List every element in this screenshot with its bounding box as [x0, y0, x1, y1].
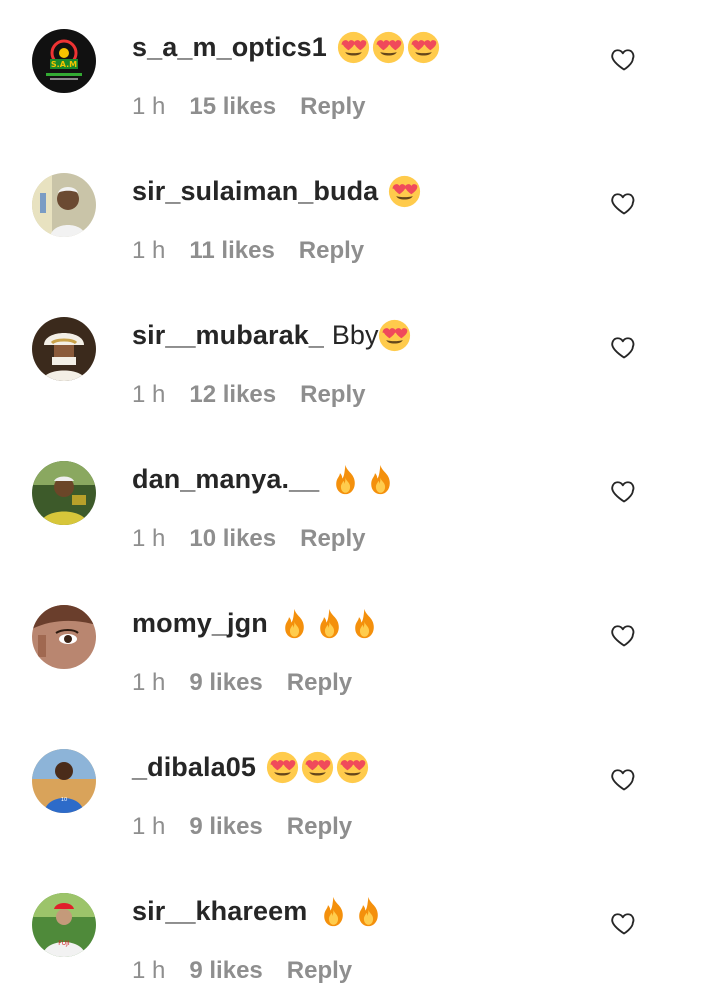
- comment-item: FUJI sir__khareem 1 h 9 likes Reply: [0, 864, 720, 1008]
- like-heart-icon[interactable]: [610, 621, 638, 649]
- comment-item: momy_jgn 1 h 9 likes Reply: [0, 576, 720, 720]
- comment-item: S.A.M s_a_m_optics1 1 h 15 likes Reply: [0, 0, 720, 144]
- comment-time: 1 h: [132, 93, 166, 120]
- comment-time: 1 h: [132, 669, 166, 696]
- comment-emojis: [317, 895, 387, 928]
- avatar[interactable]: FUJI: [32, 893, 96, 957]
- comment-likes[interactable]: 9 likes: [189, 957, 262, 985]
- comment-username[interactable]: dan_manya.__: [132, 464, 319, 495]
- comment-time: 1 h: [132, 381, 166, 408]
- comment-line: sir__khareem: [132, 892, 387, 930]
- comment-item: sir_sulaiman_buda 1 h 11 likes Reply: [0, 144, 720, 288]
- heart-eyes-emoji-icon: [388, 175, 421, 208]
- avatar[interactable]: 10: [32, 749, 96, 813]
- comment-likes[interactable]: 10 likes: [189, 525, 276, 553]
- comment-line: sir__mubarak_ Bby: [132, 316, 413, 354]
- fire-emoji-icon: [278, 607, 311, 640]
- comment-username[interactable]: sir_sulaiman_buda: [132, 176, 378, 207]
- comment-time: 1 h: [132, 957, 166, 984]
- fire-emoji-icon: [317, 895, 350, 928]
- reply-button[interactable]: Reply: [300, 525, 365, 553]
- svg-text:10: 10: [61, 797, 67, 803]
- comment-username[interactable]: s_a_m_optics1: [132, 32, 327, 63]
- reply-button[interactable]: Reply: [299, 237, 364, 265]
- heart-eyes-emoji-icon: [372, 31, 405, 64]
- fire-emoji-icon: [352, 895, 385, 928]
- comment-username[interactable]: _dibala05: [132, 752, 256, 783]
- fire-emoji-icon: [364, 463, 397, 496]
- fire-emoji-icon: [348, 607, 381, 640]
- fire-emoji-icon: [329, 463, 362, 496]
- comment-emojis: [329, 463, 399, 496]
- comment-emojis: [378, 319, 413, 352]
- avatar[interactable]: S.A.M: [32, 29, 96, 93]
- comment-emojis: [278, 607, 383, 640]
- comment-time: 1 h: [132, 525, 166, 552]
- comment-likes[interactable]: 9 likes: [189, 813, 262, 841]
- avatar[interactable]: [32, 173, 96, 237]
- svg-text:FUJI: FUJI: [58, 940, 70, 947]
- like-heart-icon[interactable]: [610, 765, 638, 793]
- like-heart-icon[interactable]: [610, 333, 638, 361]
- avatar-logo-text: S.A.M: [51, 60, 77, 69]
- heart-eyes-emoji-icon: [301, 751, 334, 784]
- comment-meta: 1 h 9 likes Reply: [132, 813, 352, 841]
- like-heart-icon[interactable]: [610, 189, 638, 217]
- reply-button[interactable]: Reply: [300, 93, 365, 121]
- comment-line: dan_manya.__: [132, 460, 399, 498]
- comment-line: sir_sulaiman_buda: [132, 172, 423, 210]
- heart-eyes-emoji-icon: [266, 751, 299, 784]
- comment-likes[interactable]: 15 likes: [189, 93, 276, 121]
- reply-button[interactable]: Reply: [300, 381, 365, 409]
- comment-item: 10 _dibala05 1 h 9 likes Reply: [0, 720, 720, 864]
- comment-item: dan_manya.__ 1 h 10 likes Reply: [0, 432, 720, 576]
- comment-time: 1 h: [132, 813, 166, 840]
- comment-item: sir__mubarak_ Bby 1 h 12 likes Reply: [0, 288, 720, 432]
- avatar[interactable]: [32, 461, 96, 525]
- heart-eyes-emoji-icon: [378, 319, 411, 352]
- heart-eyes-emoji-icon: [336, 751, 369, 784]
- comment-emojis: [388, 175, 423, 208]
- comment-meta: 1 h 11 likes Reply: [132, 237, 364, 265]
- comment-meta: 1 h 15 likes Reply: [132, 93, 365, 121]
- comment-likes[interactable]: 9 likes: [189, 669, 262, 697]
- heart-eyes-emoji-icon: [407, 31, 440, 64]
- comment-likes[interactable]: 11 likes: [189, 237, 274, 265]
- comment-meta: 1 h 9 likes Reply: [132, 957, 352, 985]
- comment-emojis: [337, 31, 442, 64]
- heart-eyes-emoji-icon: [337, 31, 370, 64]
- like-heart-icon[interactable]: [610, 477, 638, 505]
- comment-line: momy_jgn: [132, 604, 383, 642]
- avatar[interactable]: [32, 605, 96, 669]
- avatar[interactable]: [32, 317, 96, 381]
- comment-likes[interactable]: 12 likes: [189, 381, 276, 409]
- comment-emojis: [266, 751, 371, 784]
- like-heart-icon[interactable]: [610, 909, 638, 937]
- comment-line: _dibala05: [132, 748, 371, 786]
- comment-username[interactable]: momy_jgn: [132, 608, 268, 639]
- reply-button[interactable]: Reply: [287, 957, 352, 985]
- like-heart-icon[interactable]: [610, 45, 638, 73]
- comment-meta: 1 h 9 likes Reply: [132, 669, 352, 697]
- comment-username[interactable]: sir__khareem: [132, 896, 307, 927]
- comment-line: s_a_m_optics1: [132, 28, 442, 66]
- comment-meta: 1 h 12 likes Reply: [132, 381, 365, 409]
- reply-button[interactable]: Reply: [287, 813, 352, 841]
- comment-time: 1 h: [132, 237, 166, 264]
- comment-text: Bby: [331, 319, 379, 350]
- fire-emoji-icon: [313, 607, 346, 640]
- comment-username[interactable]: sir__mubarak_: [132, 320, 324, 351]
- reply-button[interactable]: Reply: [287, 669, 352, 697]
- comment-meta: 1 h 10 likes Reply: [132, 525, 365, 553]
